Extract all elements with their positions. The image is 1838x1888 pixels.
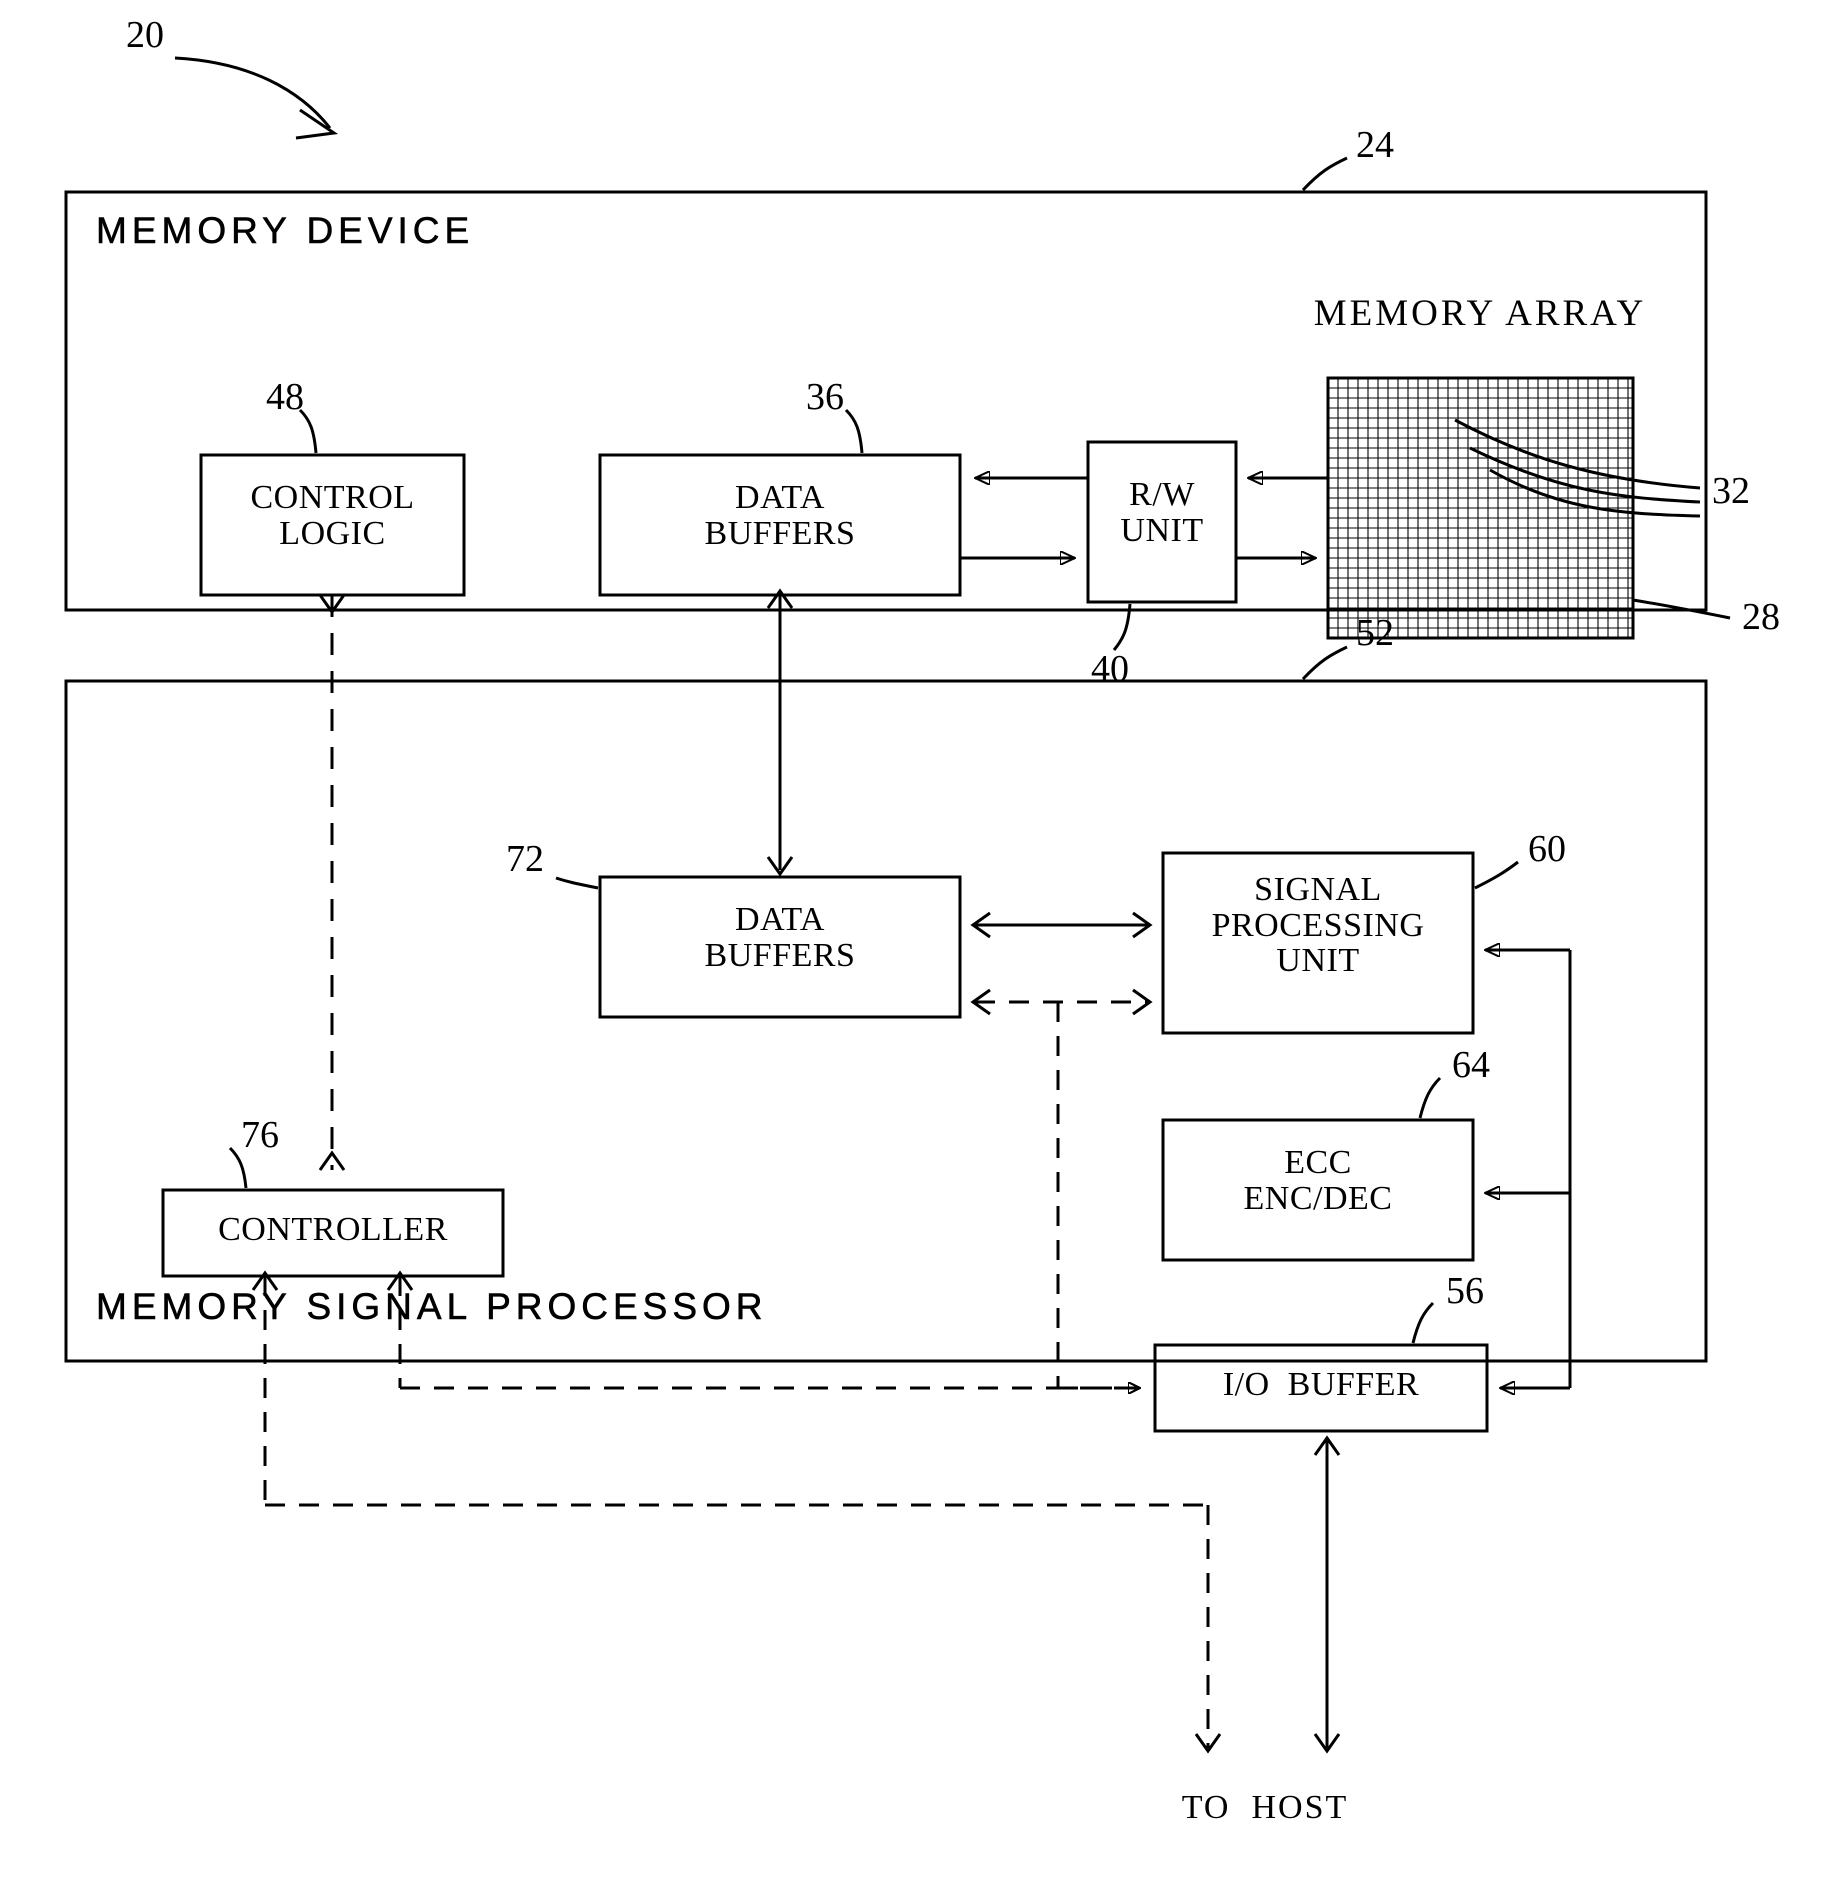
figure-ref-number: 20	[126, 14, 164, 56]
rw-unit-ref: 40	[1091, 648, 1129, 690]
data-buffers-device-ref: 36	[806, 376, 844, 418]
figure-canvas: 20 24 MEMORY DEVICE MEMORY ARRAY 32 28 4…	[0, 0, 1838, 1888]
data-buffers-msp-label: DATA BUFFERS	[704, 901, 856, 974]
data-buffers-msp-ref: 72	[506, 838, 544, 880]
memory-array-title: MEMORY ARRAY	[1313, 293, 1647, 334]
controller-label: CONTROLLER	[218, 1211, 448, 1248]
memory-device-ref: 24	[1356, 124, 1394, 166]
memory-device-title: MEMORY DEVICE	[96, 210, 475, 251]
memory-signal-processor-ref: 52	[1356, 612, 1394, 654]
rw-unit-label: R/W UNIT	[1120, 476, 1204, 549]
control-logic-label: CONTROL LOGIC	[250, 479, 415, 552]
signal-processing-unit-ref: 60	[1528, 828, 1566, 870]
io-buffer-label: I/O BUFFER	[1222, 1366, 1420, 1403]
memory-array-rows-ref: 32	[1712, 470, 1750, 512]
control-logic-ref: 48	[266, 376, 304, 418]
ecc-enc-dec-label: ECC ENC/DEC	[1243, 1144, 1393, 1217]
controller-ref: 76	[241, 1114, 279, 1156]
data-buffers-device-label: DATA BUFFERS	[704, 479, 856, 552]
to-host-label: TO HOST	[1181, 1789, 1349, 1826]
signal-processing-unit-label: SIGNAL PROCESSING UNIT	[1211, 871, 1425, 980]
memory-array-cols-ref: 28	[1742, 596, 1780, 638]
io-buffer-ref: 56	[1446, 1270, 1484, 1312]
ecc-enc-dec-ref: 64	[1452, 1044, 1490, 1086]
memory-signal-processor-title: MEMORY SIGNAL PROCESSOR	[96, 1286, 768, 1327]
